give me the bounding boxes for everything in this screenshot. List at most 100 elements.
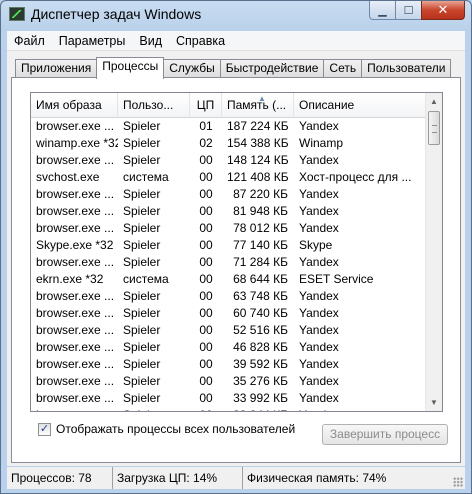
maximize-button[interactable]: ☐ [395, 1, 421, 20]
process-row[interactable]: browser.exe ... Spieler 00 60 740 КБ Yandex [31, 305, 426, 322]
process-user: Spieler [123, 187, 161, 201]
process-row[interactable]: browser.exe ... Spieler 00 81 948 КБ Yandex [31, 203, 426, 220]
process-user: Spieler [123, 391, 161, 405]
process-description: Winamp [299, 136, 344, 150]
show-all-users-option[interactable]: ✓ Отображать процессы всех пользователей [38, 422, 295, 436]
process-memory: 77 140 КБ [233, 238, 288, 252]
client-area: Приложения Процессы Службы Быстродействи… [7, 51, 465, 466]
process-description: Yandex [299, 306, 339, 320]
process-description: Хост-процесс для ... [299, 170, 412, 184]
tab-services[interactable]: Службы [164, 59, 220, 78]
process-image-name: browser.exe ... [36, 187, 115, 201]
process-cpu: 00 [199, 374, 213, 388]
process-cpu: 00 [199, 289, 213, 303]
process-cpu: 00 [199, 340, 213, 354]
process-memory: 33 844 КБ [222, 407, 294, 411]
process-row[interactable]: browser.exe ... Spieler 01 187 224 КБ Yandex [31, 118, 426, 135]
process-image-name: browser.exe ... [36, 221, 115, 235]
process-cpu: 00 [199, 391, 213, 405]
process-user: Spieler [123, 340, 161, 354]
process-image-name: winamp.exe *32 [36, 136, 118, 150]
process-memory: 71 284 КБ [233, 255, 288, 269]
process-row[interactable]: browser.exe ... Spieler 00 33 992 КБ Yandex [31, 390, 426, 407]
vertical-scrollbar[interactable]: ▲ ▼ [425, 93, 442, 411]
sort-ascending-icon: ▲ [258, 94, 266, 103]
process-memory: 68 644 КБ [233, 272, 288, 286]
process-row[interactable]: browser.exe ... Spieler 00 39 592 КБ Yandex [31, 356, 426, 373]
process-row[interactable]: browser.exe ... Spieler 00 148 124 КБ Yandex [31, 152, 426, 169]
process-row[interactable]: browser.exe ... Spieler 00 63 748 КБ Yandex [31, 288, 426, 305]
column-header-description[interactable]: Описание [294, 93, 426, 118]
process-user: система [123, 170, 169, 184]
column-header-memory[interactable]: ▲ Память (... [222, 93, 294, 118]
process-description: Yandex [299, 391, 339, 405]
process-cpu: 00 [199, 238, 213, 252]
menu-help[interactable]: Справка [169, 34, 232, 48]
process-row[interactable]: browser.exe ... Spieler 00 71 284 КБ Yandex [31, 254, 426, 271]
process-row[interactable]: browser.exe ... Spieler 00 52 516 КБ Yandex [31, 322, 426, 339]
process-description: Yandex [299, 153, 339, 167]
process-user: Spieler [118, 407, 190, 411]
process-cpu: 01 [199, 119, 213, 133]
tab-performance[interactable]: Быстродействие [219, 59, 324, 78]
process-row[interactable]: browser.exe ... Spieler 00 35 276 КБ Yandex [31, 373, 426, 390]
process-row[interactable]: browser.exe ... Spieler 00 78 012 КБ Yandex [31, 220, 426, 237]
process-image-name: browser.exe ... [36, 119, 115, 133]
process-row[interactable]: svchost.exe система 00 121 408 КБ Хост-проце… [31, 169, 426, 186]
process-description: Yandex [294, 407, 426, 411]
tab-network[interactable]: Сеть [323, 59, 362, 78]
process-memory: 148 124 КБ [227, 153, 289, 167]
process-description: Yandex [299, 289, 339, 303]
scroll-down-icon[interactable]: ▼ [426, 394, 442, 411]
tab-users[interactable]: Пользователи [361, 59, 452, 78]
process-user: Spieler [123, 255, 161, 269]
process-user: Spieler [123, 221, 161, 235]
close-button[interactable]: ✕ [421, 1, 465, 20]
column-header-memory-label: Память (... [227, 98, 287, 112]
end-process-button[interactable]: Завершить процесс [322, 424, 448, 445]
scrollbar-thumb[interactable] [428, 111, 440, 145]
show-all-users-checkbox[interactable]: ✓ [38, 422, 51, 436]
tab-processes[interactable]: Процессы [96, 57, 165, 79]
scroll-up-icon[interactable]: ▲ [426, 93, 442, 110]
process-memory: 46 828 КБ [233, 340, 288, 354]
title-bar[interactable]: Диспетчер задач Windows ▁ ☐ ✕ [1, 1, 471, 29]
process-description: Yandex [299, 357, 339, 371]
process-user: Spieler [123, 238, 161, 252]
menu-file[interactable]: Файл [7, 34, 52, 48]
process-description: Yandex [299, 187, 339, 201]
menu-view[interactable]: Вид [132, 34, 169, 48]
status-cpu-usage: Загрузка ЦП: 14% [113, 467, 243, 489]
process-cpu: 00 [199, 204, 213, 218]
task-manager-icon [9, 7, 25, 21]
process-cpu: 00 [199, 187, 213, 201]
process-row[interactable]: browser.exe ... Spieler 00 46 828 КБ Yandex [31, 339, 426, 356]
process-user: Spieler [123, 204, 161, 218]
tab-applications[interactable]: Приложения [15, 59, 97, 78]
process-list[interactable]: Имя образа Пользо... ЦП ▲ Память (... Оп… [30, 92, 443, 412]
process-row[interactable]: winamp.exe *32 Spieler 02 154 388 КБ Winamp [31, 135, 426, 152]
process-row[interactable]: Skype.exe *32 Spieler 00 77 140 КБ Skype [31, 237, 426, 254]
process-row[interactable]: browser.exe ... Spieler 00 87 220 КБ Yandex [31, 186, 426, 203]
process-row[interactable]: b...Spieler0033 844 КБYandex [31, 407, 426, 411]
process-image-name: browser.exe ... [36, 306, 115, 320]
process-image-name: browser.exe ... [36, 323, 115, 337]
process-image-name: svchost.exe [36, 170, 100, 184]
column-header-cpu[interactable]: ЦП [190, 93, 222, 118]
column-header-user[interactable]: Пользо... [118, 93, 190, 118]
process-row[interactable]: ekrn.exe *32 система 00 68 644 КБ ESET Servi… [31, 271, 426, 288]
process-cpu: 00 [199, 323, 213, 337]
process-memory: 121 408 КБ [227, 170, 289, 184]
process-user: Spieler [123, 289, 161, 303]
menu-options[interactable]: Параметры [52, 34, 133, 48]
process-memory: 63 748 КБ [233, 289, 288, 303]
show-all-users-label: Отображать процессы всех пользователей [56, 422, 296, 436]
column-header-image-name[interactable]: Имя образа [31, 93, 118, 118]
process-cpu: 00 [199, 272, 213, 286]
process-image-name: browser.exe ... [36, 255, 115, 269]
process-memory: 81 948 КБ [233, 204, 288, 218]
process-memory: 78 012 КБ [233, 221, 288, 235]
minimize-button[interactable]: ▁ [369, 1, 395, 20]
task-manager-window: Диспетчер задач Windows ▁ ☐ ✕ Файл Парам… [0, 0, 472, 494]
resize-grip-icon[interactable] [453, 477, 463, 487]
